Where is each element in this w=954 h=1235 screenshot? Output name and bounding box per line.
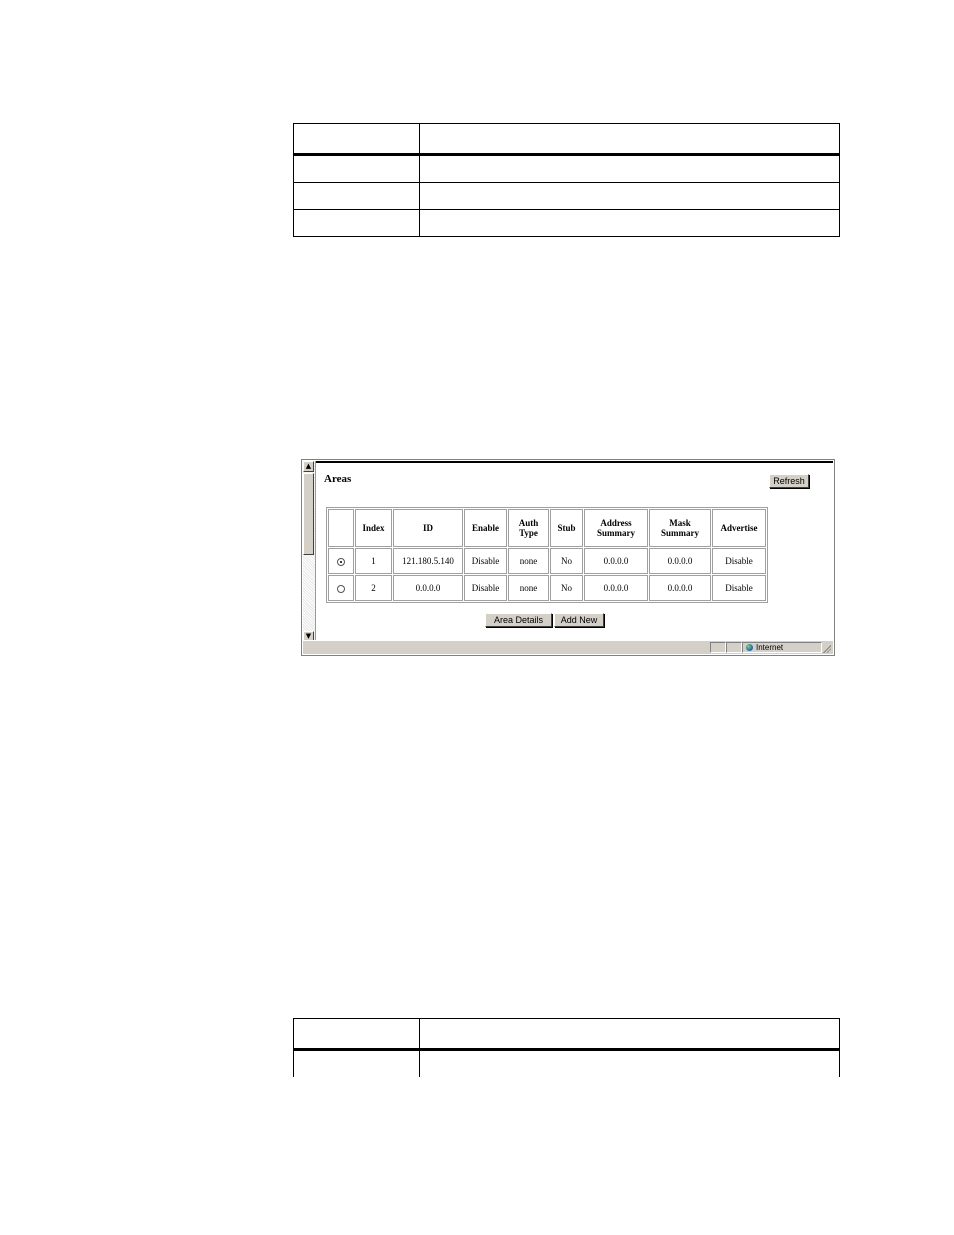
row-radio-button[interactable] (337, 557, 345, 566)
mask-summary-cell: 0.0.0.0 (649, 575, 711, 601)
id-cell: 121.180.5.140 (393, 548, 463, 574)
table-cell (419, 154, 840, 183)
table-header-row (293, 1018, 840, 1051)
table-row (293, 154, 840, 183)
zone-label: Internet (756, 643, 784, 652)
status-bar: Internet (303, 640, 833, 654)
index-cell: 1 (355, 548, 392, 574)
mask-summary-header-label: Mask Summary (661, 518, 699, 538)
status-pane (726, 642, 742, 653)
scroll-up-arrow-icon[interactable]: ▲ (303, 461, 314, 472)
table-cell (419, 182, 840, 210)
table-cell (419, 123, 840, 156)
status-pane (710, 642, 726, 653)
area-details-button[interactable]: Area Details (485, 613, 552, 627)
table-cell (419, 1049, 840, 1077)
table-cell (419, 209, 840, 237)
refresh-button[interactable]: Refresh (769, 474, 809, 488)
row-select-cell[interactable] (328, 575, 354, 601)
table-cell (293, 154, 420, 183)
auth-type-cell: none (508, 548, 549, 574)
id-cell: 0.0.0.0 (393, 575, 463, 601)
column-header-address-summary: Address Summary (584, 509, 648, 547)
stub-cell: No (550, 575, 583, 601)
column-header-mask-summary: Mask Summary (649, 509, 711, 547)
browser-window: ▲ ▼ Areas Refresh Index ID Enable Auth T… (301, 459, 835, 656)
table-header-row (293, 123, 840, 156)
column-header-id: ID (393, 509, 463, 547)
table-header-row: Index ID Enable Auth Type Stub Address S… (328, 509, 766, 547)
table-row (293, 209, 840, 237)
address-summary-cell: 0.0.0.0 (584, 575, 648, 601)
column-header-index: Index (355, 509, 392, 547)
resize-grip-icon[interactable] (823, 645, 831, 653)
address-summary-cell: 0.0.0.0 (584, 548, 648, 574)
row-select-cell[interactable] (328, 548, 354, 574)
column-header-advertise: Advertise (712, 509, 766, 547)
auth-type-header-label: Auth Type (518, 518, 539, 538)
advertise-cell: Disable (712, 575, 766, 601)
stub-cell: No (550, 548, 583, 574)
enable-cell: Disable (464, 575, 507, 601)
row-radio-button[interactable] (337, 584, 345, 593)
mask-summary-cell: 0.0.0.0 (649, 548, 711, 574)
areas-table: Index ID Enable Auth Type Stub Address S… (326, 507, 768, 603)
globe-icon (746, 644, 753, 651)
table-row[interactable]: 2 0.0.0.0 Disable none No 0.0.0.0 0.0.0.… (328, 575, 766, 601)
document-table-top (293, 123, 840, 237)
enable-cell: Disable (464, 548, 507, 574)
scrollbar-thumb[interactable] (303, 473, 314, 555)
column-header-enable: Enable (464, 509, 507, 547)
address-summary-header-label: Address Summary (597, 518, 635, 538)
security-zone-pane: Internet (742, 642, 822, 653)
column-header-select (328, 509, 354, 547)
column-header-stub: Stub (550, 509, 583, 547)
table-row (293, 1049, 840, 1077)
table-cell (419, 1018, 840, 1051)
vertical-scrollbar[interactable]: ▲ ▼ (303, 461, 316, 642)
table-cell (293, 123, 420, 156)
page-content: Areas Refresh Index ID Enable Auth Type … (316, 461, 833, 644)
table-row (293, 182, 840, 210)
table-cell (293, 1049, 420, 1077)
table-cell (293, 1018, 420, 1051)
document-table-bottom (293, 1018, 840, 1077)
add-new-button[interactable]: Add New (554, 613, 604, 627)
table-row[interactable]: 1 121.180.5.140 Disable none No 0.0.0.0 … (328, 548, 766, 574)
index-cell: 2 (355, 575, 392, 601)
table-cell (293, 182, 420, 210)
advertise-cell: Disable (712, 548, 766, 574)
column-header-auth-type: Auth Type (508, 509, 549, 547)
page-title: Areas (324, 473, 352, 485)
table-cell (293, 209, 420, 237)
auth-type-cell: none (508, 575, 549, 601)
